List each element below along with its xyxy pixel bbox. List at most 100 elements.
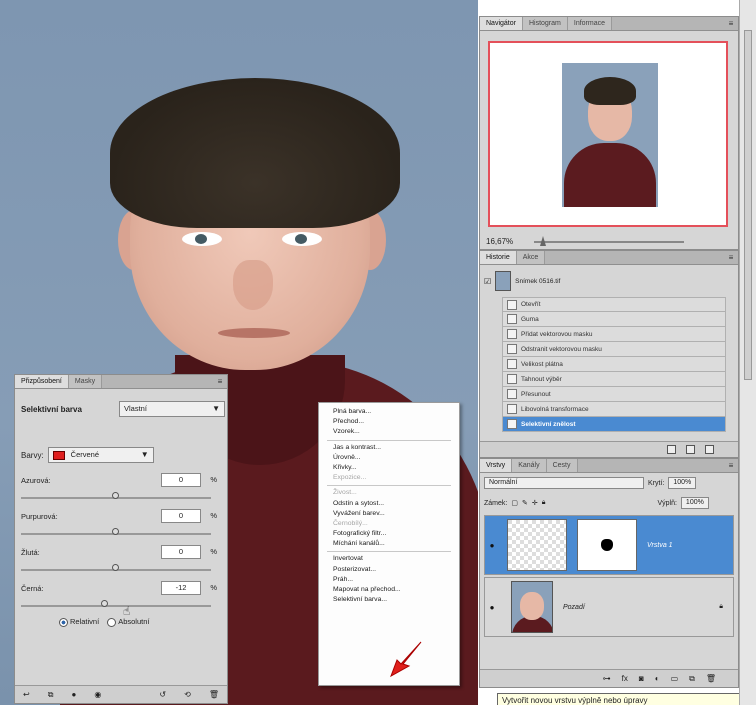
lock-pixels-icon[interactable]: ✎: [522, 499, 528, 507]
menu-item[interactable]: Úrovně...: [319, 453, 459, 463]
slider-knob[interactable]: [100, 600, 108, 607]
clip-layer-icon[interactable]: ●: [71, 690, 76, 699]
link-layers-icon[interactable]: ⊶: [603, 674, 611, 683]
history-snapshot[interactable]: ☑ Snímek 0516.tif: [484, 269, 730, 293]
visibility-eye-icon[interactable]: ◉: [94, 690, 101, 699]
radio-relative[interactable]: Relativní: [59, 617, 99, 627]
menu-item[interactable]: Invertovat: [319, 554, 459, 564]
panel-menu-icon[interactable]: ≡: [213, 375, 227, 388]
history-state-item[interactable]: Velikost plátna: [502, 357, 726, 372]
history-state-item[interactable]: Tahnout výběr: [502, 372, 726, 387]
history-state-item[interactable]: Libovolná transformace: [502, 402, 726, 417]
previous-state-icon[interactable]: ↺: [159, 690, 166, 699]
colors-select[interactable]: Červené ▼: [47, 447, 154, 463]
snapshot-checkbox-icon[interactable]: ☑: [484, 277, 491, 286]
history-state-item[interactable]: Odstranit vektorovou masku: [502, 342, 726, 357]
zoom-slider[interactable]: [534, 241, 684, 243]
reset-icon[interactable]: ⟲: [184, 690, 191, 699]
layer-name: Vrstva 1: [647, 541, 673, 549]
tab-masks[interactable]: Masky: [68, 375, 103, 388]
panel-menu-icon[interactable]: ≡: [724, 459, 738, 472]
opacity-field[interactable]: 100%: [668, 477, 697, 489]
tab-adjustments[interactable]: Přizpůsobení: [15, 375, 69, 388]
history-state-label: Odstranit vektorovou masku: [521, 345, 602, 353]
trash-icon[interactable]: 🗑︎: [209, 690, 219, 699]
adjustments-tabs: Přizpůsobení Masky ≡: [15, 375, 227, 389]
history-state-label: Přesunout: [521, 390, 551, 398]
history-state-icon: [507, 404, 517, 414]
menu-item[interactable]: Míchání kanálů...: [319, 539, 459, 549]
percent-unit: %: [210, 547, 217, 556]
slider-value-field[interactable]: 0: [161, 545, 201, 559]
navigator-thumbnail: [562, 63, 658, 207]
slider-track[interactable]: [21, 605, 211, 607]
pointer-arrow-icon: [390, 641, 422, 678]
fill-field[interactable]: 100%: [680, 497, 709, 509]
menu-item[interactable]: Práh...: [319, 575, 459, 585]
lock-all-icon[interactable]: 🔒︎: [542, 499, 546, 507]
menu-item[interactable]: Křivky...: [319, 463, 459, 473]
tab-navigator[interactable]: Navigátor: [480, 17, 523, 30]
history-list: Otevřít Guma Přidat vektorovou masku Odstra…: [502, 297, 726, 432]
layers-panel: Vrstvy Kanály Cesty ≡ Normální Krytí: 10…: [479, 458, 739, 688]
slider-value-field[interactable]: 0: [161, 473, 201, 487]
menu-item[interactable]: Plná barva...: [319, 407, 459, 417]
menu-item[interactable]: Vyvážení barev...: [319, 509, 459, 519]
expanded-view-icon[interactable]: ⧉: [48, 690, 54, 700]
new-snapshot-icon[interactable]: [686, 445, 695, 454]
slider-value-field[interactable]: 0: [161, 509, 201, 523]
menu-item[interactable]: Vzorek...: [319, 427, 459, 437]
tab-actions[interactable]: Akce: [516, 251, 546, 264]
trash-icon[interactable]: 🗑︎: [706, 674, 716, 683]
menu-item[interactable]: Mapovat na přechod...: [319, 585, 459, 595]
new-group-icon[interactable]: ▭: [671, 674, 679, 683]
zoom-value[interactable]: 16,67%: [486, 237, 513, 246]
tab-paths[interactable]: Cesty: [546, 459, 578, 472]
preset-select[interactable]: Vlastní ▼: [119, 401, 225, 417]
navigator-tabs: Navigátor Histogram Informace ≡: [480, 17, 738, 31]
blend-row: Normální Krytí: 100%: [484, 477, 697, 489]
slider-knob[interactable]: [112, 528, 119, 535]
menu-item[interactable]: Posterizovat...: [319, 565, 459, 575]
tab-info[interactable]: Informace: [567, 17, 612, 30]
tab-history[interactable]: Historie: [480, 251, 517, 264]
tab-histogram[interactable]: Histogram: [522, 17, 568, 30]
new-layer-icon[interactable]: ⧉: [689, 674, 695, 684]
lock-position-icon[interactable]: ✛: [532, 499, 538, 507]
visibility-eye-icon[interactable]: ●: [485, 603, 499, 612]
layer-row-vrstva-1[interactable]: ● Vrstva 1: [484, 515, 734, 575]
layer-row-pozadi[interactable]: ● Pozadí 🔒︎: [484, 577, 734, 637]
trash-icon[interactable]: [705, 445, 714, 454]
history-state-item[interactable]: Otevřít: [502, 297, 726, 312]
history-state-item[interactable]: Přidat vektorovou masku: [502, 327, 726, 342]
new-adjustment-layer-icon[interactable]: ◐: [655, 674, 660, 683]
return-to-list-icon[interactable]: ↩: [23, 690, 30, 699]
blend-mode-select[interactable]: Normální: [484, 477, 644, 489]
menu-item[interactable]: Jas a kontrast...: [319, 443, 459, 453]
percent-unit: %: [210, 475, 217, 484]
menu-item[interactable]: Selektivní barva...: [319, 595, 459, 605]
tab-layers[interactable]: Vrstvy: [480, 459, 513, 472]
menu-item[interactable]: Přechod...: [319, 417, 459, 427]
layer-mask-thumbnail[interactable]: [577, 519, 637, 571]
history-state-item[interactable]: Selektivní znělost: [502, 417, 726, 432]
slider-knob[interactable]: [112, 564, 119, 571]
add-mask-icon[interactable]: ◙: [639, 674, 644, 683]
tab-channels[interactable]: Kanály: [512, 459, 547, 472]
menu-item: Živost...: [333, 489, 357, 497]
menu-item[interactable]: Fotografický filtr...: [319, 529, 459, 539]
panel-menu-icon[interactable]: ≡: [724, 17, 738, 30]
slider-knob[interactable]: [112, 492, 119, 499]
slider-value-field[interactable]: -12: [161, 581, 201, 595]
new-document-from-state-icon[interactable]: [667, 445, 676, 454]
layer-style-icon[interactable]: fx: [622, 674, 628, 683]
radio-absolute[interactable]: Absolutní: [107, 617, 149, 627]
menu-item[interactable]: Odstín a sytost...: [319, 499, 459, 509]
lock-transparency-icon[interactable]: ▢: [511, 499, 518, 507]
navigator-preview[interactable]: [488, 41, 728, 227]
scrollbar[interactable]: [744, 30, 752, 380]
history-state-item[interactable]: Přesunout: [502, 387, 726, 402]
history-state-item[interactable]: Guma: [502, 312, 726, 327]
visibility-eye-icon[interactable]: ●: [485, 541, 499, 550]
panel-menu-icon[interactable]: ≡: [724, 251, 738, 264]
